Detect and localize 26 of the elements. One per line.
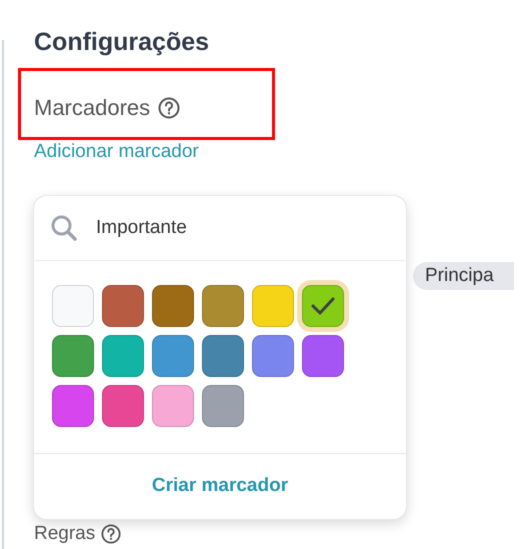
color-swatch[interactable] [252,335,294,377]
search-icon [50,214,78,242]
color-swatch[interactable] [202,385,244,427]
search-field[interactable]: Importante [96,214,390,242]
section-label: Regras [34,522,96,546]
tag: Principa [413,262,514,290]
create-marker-button[interactable]: Criar marcador [144,472,296,501]
help-icon [158,97,180,119]
help-icon [101,524,122,544]
color-swatch[interactable] [302,335,344,377]
color-swatch[interactable] [52,285,94,327]
color-swatch[interactable] [52,335,94,377]
color-swatch[interactable] [102,285,144,327]
color-swatch[interactable] [252,285,294,327]
add-marker-link[interactable]: Adicionar marcador [34,140,199,164]
section-label: Marcadores [34,94,150,122]
color-swatch[interactable] [202,285,244,327]
color-swatch[interactable] [102,385,144,427]
color-swatch[interactable] [202,335,244,377]
page-title: Configurações [34,27,210,58]
color-swatch[interactable] [152,385,194,427]
check-icon [311,297,335,315]
color-swatch[interactable] [52,385,94,427]
color-swatch[interactable] [102,335,144,377]
color-swatch[interactable] [152,335,194,377]
color-swatch[interactable] [152,285,194,327]
